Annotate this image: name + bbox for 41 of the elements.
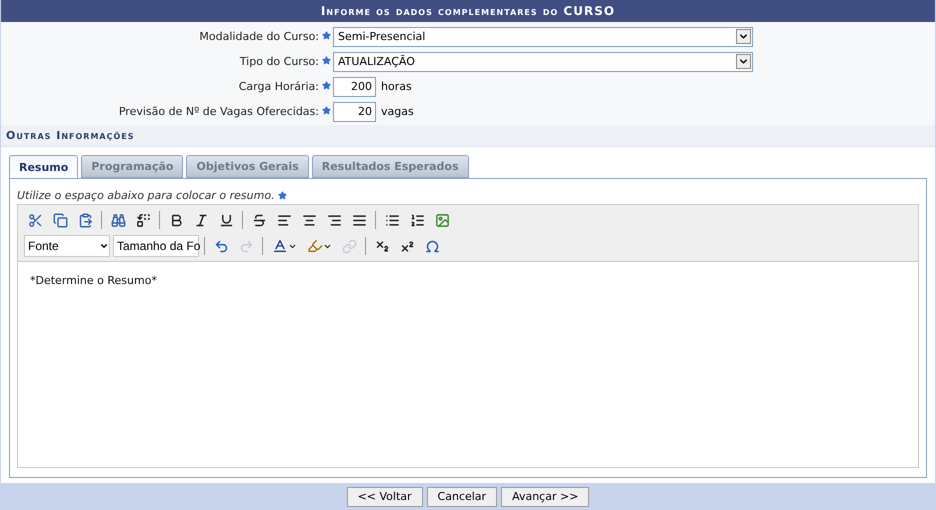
find-icon[interactable]: [110, 212, 126, 228]
form-button[interactable]: << Voltar: [346, 486, 423, 506]
subscript-icon[interactable]: [374, 238, 390, 254]
caret-icon[interactable]: [99, 241, 109, 251]
align-center-icon[interactable]: [302, 212, 316, 228]
omega-icon[interactable]: [424, 238, 440, 254]
paste-icon[interactable]: [78, 212, 92, 228]
form-title: Informe os dados complementares do CURSO: [1, 0, 935, 22]
numbered-list-icon[interactable]: [410, 212, 424, 228]
field-label: Tipo do Curso:: [238, 55, 319, 68]
cut-icon[interactable]: [28, 212, 42, 228]
bulleted-list-icon[interactable]: [384, 212, 400, 228]
italic-icon[interactable]: [194, 212, 208, 228]
align-right-icon[interactable]: [326, 212, 342, 228]
underline-icon[interactable]: [218, 212, 234, 228]
toolbar-dropdown[interactable]: Tamanho da Fo: [113, 235, 199, 257]
section-title: Outras Informações: [1, 125, 935, 147]
input-field[interactable]: 200: [333, 76, 376, 96]
select-field[interactable]: Semi-Presencial: [333, 26, 753, 46]
superscript-icon[interactable]: [400, 238, 414, 254]
hint-text: Utilize o espaço abaixo para colocar o resumo.: [17, 189, 275, 202]
align-left-icon[interactable]: [276, 212, 292, 228]
select-field[interactable]: ATUALIZAÇÃO: [333, 52, 753, 72]
image-icon[interactable]: [434, 212, 450, 228]
highlight-color-icon[interactable]: [306, 238, 322, 254]
toolbar-dropdown[interactable]: Fonte: [24, 235, 110, 257]
form-button[interactable]: Avançar >>: [501, 486, 590, 506]
copy-icon[interactable]: [52, 212, 68, 228]
replace-icon[interactable]: [136, 212, 150, 228]
text-color-icon[interactable]: [272, 238, 288, 254]
input-field[interactable]: 20: [333, 102, 376, 122]
field-label: Modalidade do Curso:: [198, 30, 319, 43]
tab[interactable]: Resumo: [9, 155, 78, 178]
justify-icon[interactable]: [352, 212, 366, 228]
field-label: Carga Horária:: [238, 80, 319, 93]
undo-icon[interactable]: [214, 238, 228, 254]
unit-label: vagas: [381, 105, 414, 118]
unit-label: horas: [381, 80, 412, 93]
field-label: Previsão de Nº de Vagas Oferecidas:: [118, 105, 319, 118]
strikethrough-icon[interactable]: [252, 212, 266, 228]
form-button[interactable]: Cancelar: [426, 486, 498, 506]
